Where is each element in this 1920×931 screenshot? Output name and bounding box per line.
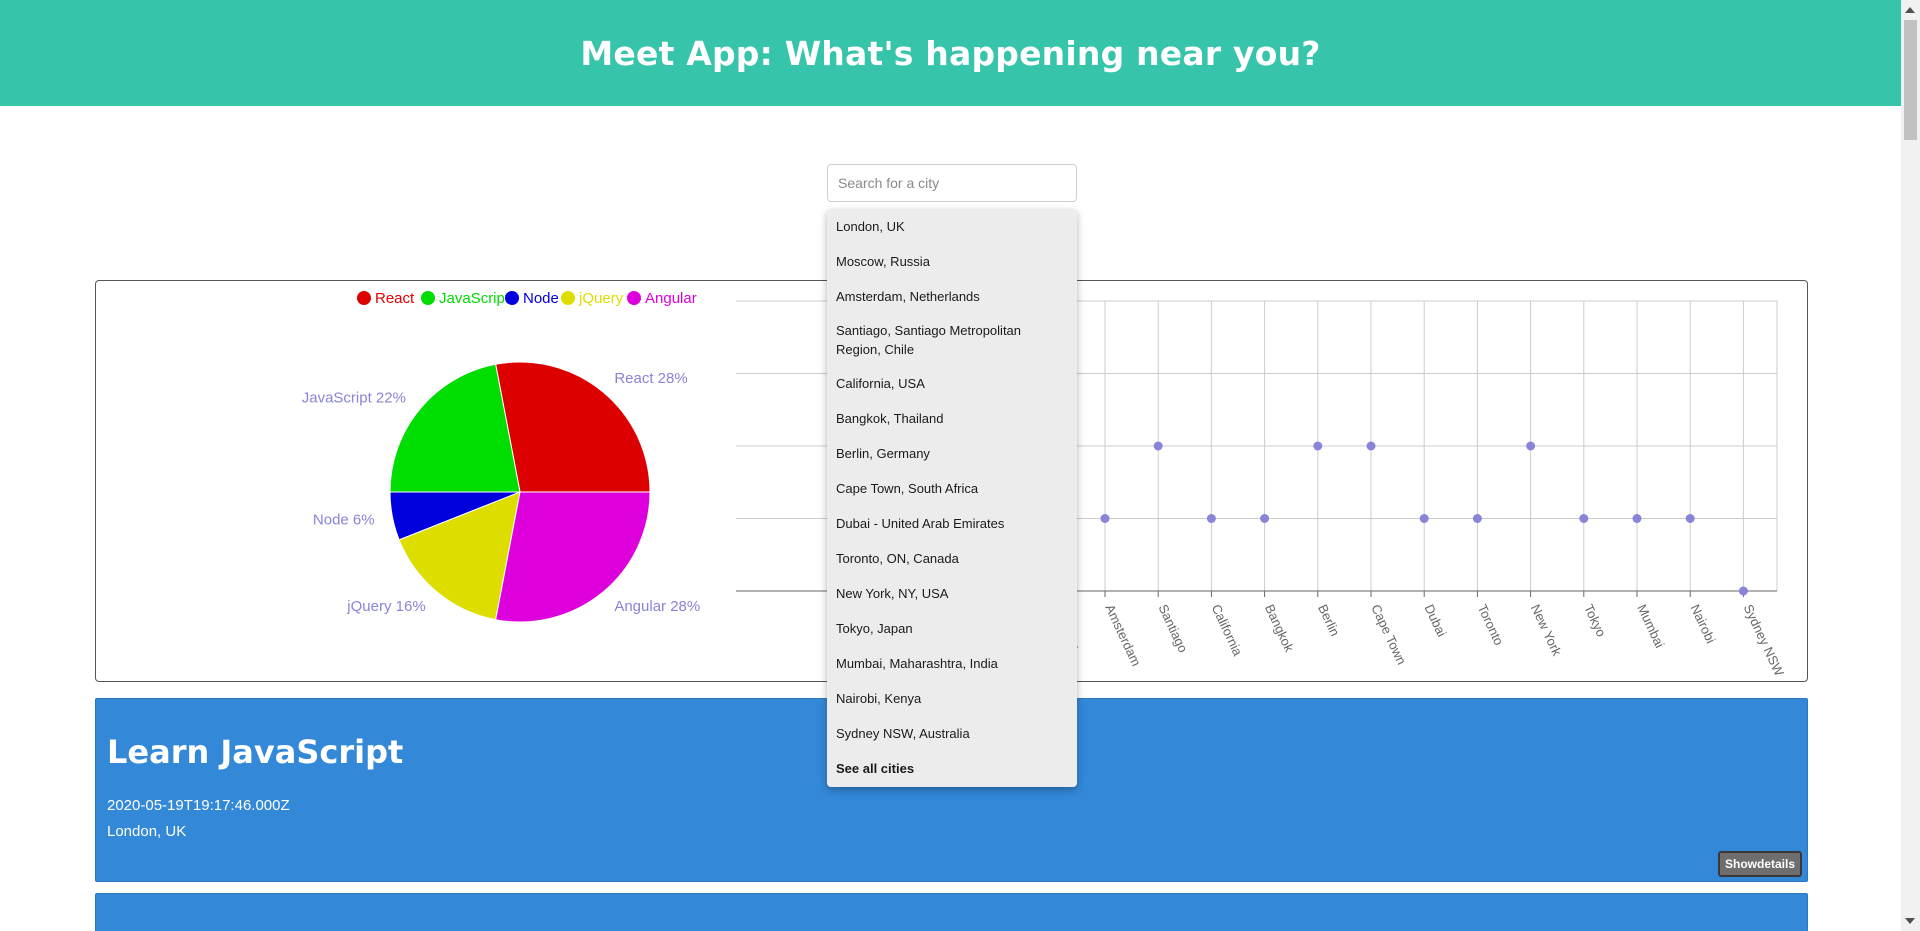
scatter-point bbox=[1738, 586, 1748, 596]
x-axis-tick-label: Nairobi bbox=[1687, 602, 1718, 646]
scrollbar-thumb[interactable] bbox=[1904, 20, 1917, 140]
city-suggestion-item[interactable]: California, USA bbox=[827, 366, 1077, 401]
x-axis-tick-label: Santiago bbox=[1155, 602, 1190, 655]
scatter-point bbox=[1366, 441, 1376, 451]
x-axis-tick-label: Toronto bbox=[1475, 602, 1507, 648]
scatter-point bbox=[1579, 514, 1589, 523]
x-axis-tick-label: Cape Town bbox=[1368, 602, 1409, 667]
city-suggestion-item[interactable]: Nairobi, Kenya bbox=[827, 681, 1077, 716]
city-suggestion-item[interactable]: Berlin, Germany bbox=[827, 436, 1077, 471]
scatter-point bbox=[1472, 514, 1482, 523]
scatter-point bbox=[1685, 514, 1695, 523]
city-suggestion-item[interactable]: London, UK bbox=[827, 209, 1077, 244]
x-axis-tick-label: Bangkok bbox=[1262, 602, 1297, 655]
city-suggestion-item[interactable]: Toronto, ON, Canada bbox=[827, 541, 1077, 576]
page-title: Meet App: What's happening near you? bbox=[580, 33, 1321, 73]
city-search-input[interactable] bbox=[827, 164, 1077, 202]
event-date: 2020-05-19T19:17:46.000Z bbox=[107, 797, 290, 814]
event-location: London, UK bbox=[107, 823, 187, 840]
city-suggestion-item[interactable]: New York, NY, USA bbox=[827, 576, 1077, 611]
city-suggestion-item[interactable]: Cape Town, South Africa bbox=[827, 471, 1077, 506]
scatter-point bbox=[1153, 441, 1163, 451]
city-suggestion-item[interactable]: Tokyo, Japan bbox=[827, 611, 1077, 646]
city-suggestion-item[interactable]: Santiago, Santiago Metropolitan Region, … bbox=[827, 314, 1077, 366]
x-axis-tick-label: Tokyo bbox=[1581, 602, 1609, 639]
scroll-down-arrow-icon[interactable] bbox=[1905, 918, 1915, 924]
city-suggestion-item[interactable]: Moscow, Russia bbox=[827, 244, 1077, 279]
app-header: Meet App: What's happening near you? bbox=[0, 0, 1901, 106]
event-card bbox=[95, 893, 1808, 931]
scatter-point bbox=[1419, 514, 1429, 523]
show-details-button[interactable]: Showdetails bbox=[1717, 851, 1802, 877]
event-title: Learn JavaScript bbox=[107, 733, 404, 771]
scatter-point bbox=[1100, 514, 1110, 523]
see-all-cities-item[interactable]: See all cities bbox=[827, 751, 1077, 778]
scroll-up-arrow-icon[interactable] bbox=[1905, 7, 1915, 13]
city-suggestion-item[interactable]: Dubai - United Arab Emirates bbox=[827, 506, 1077, 541]
scatter-point bbox=[1632, 514, 1642, 523]
city-suggestion-item[interactable]: Amsterdam, Netherlands bbox=[827, 279, 1077, 314]
x-axis-tick-label: California bbox=[1209, 602, 1246, 659]
city-suggestion-item[interactable]: Mumbai, Maharashtra, India bbox=[827, 646, 1077, 681]
x-axis-tick-label: New York bbox=[1528, 602, 1565, 659]
scatter-point bbox=[1526, 441, 1536, 451]
scatter-point bbox=[1206, 514, 1216, 523]
page-scrollbar[interactable] bbox=[1901, 0, 1920, 931]
x-axis-tick-label: Dubai bbox=[1421, 602, 1449, 639]
city-suggestion-item[interactable]: Bangkok, Thailand bbox=[827, 401, 1077, 436]
x-axis-tick-label: Sydney NSW bbox=[1741, 602, 1788, 679]
scatter-point bbox=[1260, 514, 1270, 523]
city-suggestions-list: London, UK Moscow, Russia Amsterdam, Nethe… bbox=[827, 209, 1077, 787]
x-axis-tick-label: Amsterdam bbox=[1102, 602, 1144, 669]
scatter-point bbox=[1313, 441, 1323, 451]
x-axis-tick-label: Mumbai bbox=[1634, 602, 1667, 650]
city-suggestion-item[interactable]: Sydney NSW, Australia bbox=[827, 716, 1077, 751]
x-axis-tick-label: Berlin bbox=[1315, 602, 1343, 638]
